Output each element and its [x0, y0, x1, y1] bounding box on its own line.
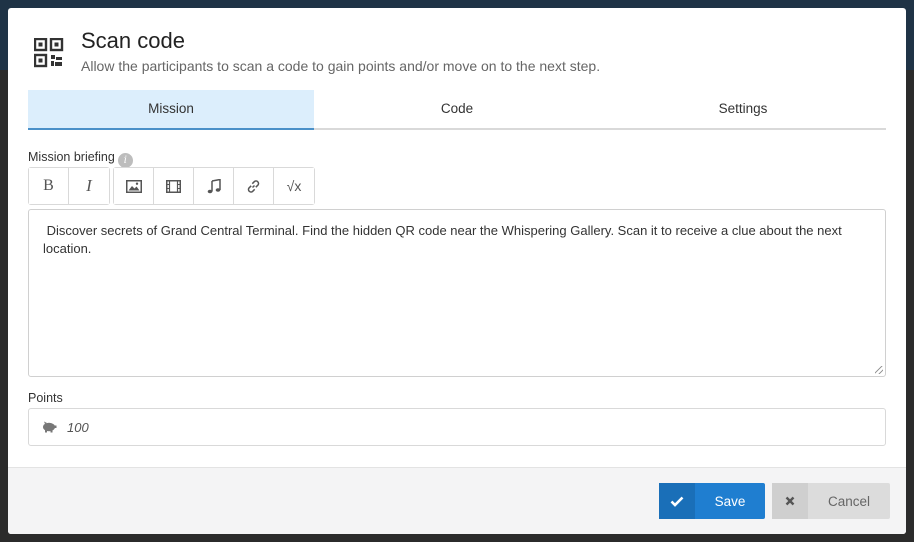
tab-code[interactable]: Code	[314, 90, 600, 128]
points-value: 100	[67, 419, 89, 435]
cancel-icon-box	[772, 483, 808, 519]
tab-bar: Mission Code Settings	[28, 90, 886, 130]
points-field[interactable]: 100	[28, 408, 886, 446]
text-format-group: B I	[28, 167, 110, 205]
modal-subtitle: Allow the participants to scan a code to…	[81, 58, 601, 74]
editor-toolbar: B I √x	[28, 167, 318, 205]
save-label: Save	[714, 493, 746, 509]
modal-title: Scan code	[81, 28, 185, 53]
media-insert-group: √x	[113, 167, 315, 205]
points-label: Points	[28, 391, 63, 405]
cancel-button[interactable]: Cancel	[772, 483, 890, 519]
save-icon-box	[659, 483, 695, 519]
bold-button[interactable]: B	[29, 168, 69, 204]
close-icon	[785, 496, 795, 506]
insert-audio-button[interactable]	[194, 168, 234, 204]
mission-briefing-label-text: Mission briefing	[28, 150, 115, 164]
music-icon	[207, 178, 221, 193]
italic-button[interactable]: I	[69, 168, 109, 204]
image-icon	[125, 179, 142, 193]
modal-header: Scan code Allow the participants to scan…	[8, 8, 906, 90]
save-button[interactable]: Save	[659, 483, 765, 519]
mission-briefing-label: Mission briefing i	[28, 150, 133, 168]
cancel-label: Cancel	[827, 493, 871, 509]
insert-video-button[interactable]	[154, 168, 194, 204]
qr-code-icon	[34, 38, 64, 68]
scan-code-modal: Scan code Allow the participants to scan…	[8, 8, 906, 534]
editor-resize-handle[interactable]	[875, 366, 883, 374]
piggy-bank-icon	[43, 421, 57, 433]
tab-settings[interactable]: Settings	[600, 90, 886, 128]
tab-mission[interactable]: Mission	[28, 90, 314, 130]
insert-formula-button[interactable]: √x	[274, 168, 314, 204]
insert-link-button[interactable]	[234, 168, 274, 204]
insert-image-button[interactable]	[114, 168, 154, 204]
checkmark-icon	[670, 496, 684, 507]
link-icon	[247, 179, 260, 193]
info-icon[interactable]: i	[117, 153, 133, 168]
mission-briefing-text: Discover secrets of Grand Central Termin…	[43, 223, 846, 256]
film-icon	[166, 179, 181, 193]
mission-briefing-editor[interactable]: Discover secrets of Grand Central Termin…	[28, 209, 886, 377]
modal-footer: Save Cancel	[8, 467, 906, 534]
